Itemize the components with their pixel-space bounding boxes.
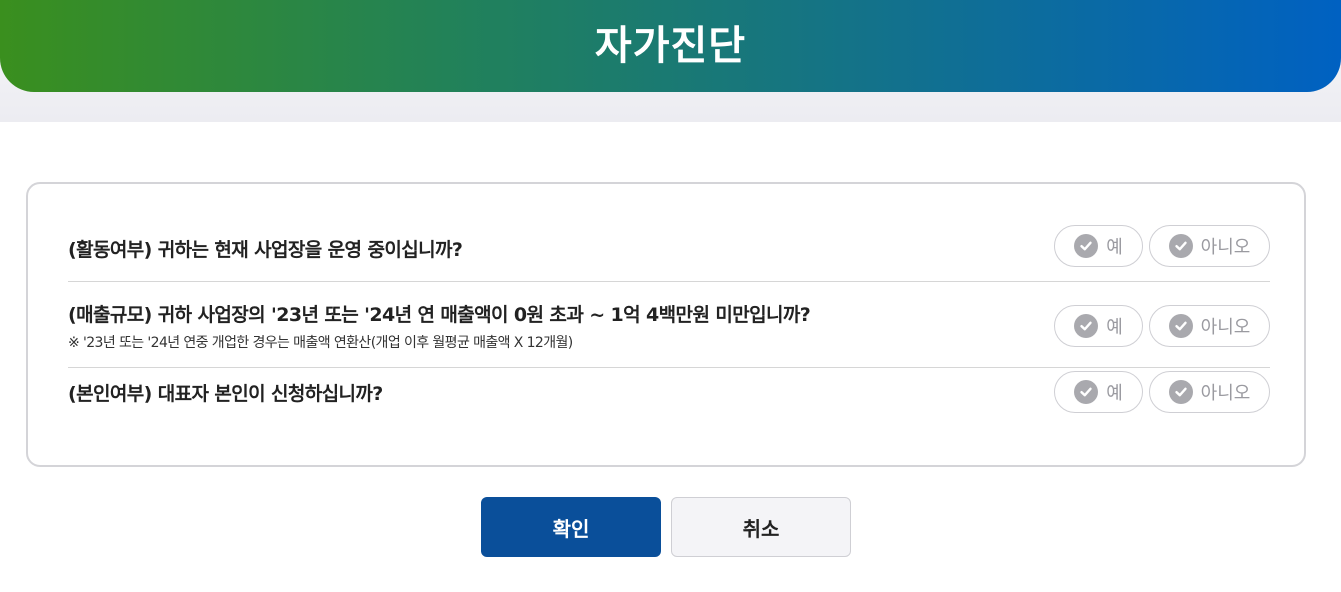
check-circle-icon (1074, 380, 1099, 404)
header: 자가진단 (0, 0, 1341, 92)
no-option-label: 아니오 (1200, 237, 1251, 258)
question-row-activity: (활동여부) 귀하는 현재 사업장을 운영 중이십니까? 예 아니오 (68, 217, 1270, 282)
question-text: (본인여부) 대표자 본인이 신청하십니까? (68, 383, 383, 405)
no-option-button[interactable]: 아니오 (1149, 305, 1270, 347)
answer-options: 예 아니오 (1054, 305, 1270, 347)
check-circle-icon (1168, 314, 1193, 338)
check-circle-icon (1168, 380, 1193, 404)
cancel-button[interactable]: 취소 (671, 497, 851, 557)
check-circle-icon (1074, 314, 1099, 338)
check-circle-icon (1168, 234, 1193, 258)
question-text: (활동여부) 귀하는 현재 사업장을 운영 중이십니까? (68, 239, 463, 261)
no-option-button[interactable]: 아니오 (1149, 225, 1270, 267)
yes-option-label: 예 (1106, 383, 1123, 404)
yes-option-label: 예 (1106, 317, 1123, 338)
question-text: (매출규모) 귀하 사업장의 '23년 또는 '24년 연 매출액이 0원 초과… (68, 304, 811, 326)
check-circle-icon (1074, 234, 1099, 258)
confirm-button[interactable]: 확인 (481, 497, 661, 557)
question-row-revenue: (매출규모) 귀하 사업장의 '23년 또는 '24년 연 매출액이 0원 초과… (68, 283, 1270, 368)
yes-option-label: 예 (1106, 237, 1123, 258)
no-option-button[interactable]: 아니오 (1149, 371, 1270, 413)
question-row-identity: (본인여부) 대표자 본인이 신청하십니까? 예 아니오 (68, 369, 1270, 429)
yes-option-button[interactable]: 예 (1054, 225, 1143, 267)
no-option-label: 아니오 (1200, 317, 1251, 338)
question-note: ※ '23년 또는 '24년 연중 개업한 경우는 매출액 연환산(개업 이후 … (68, 335, 573, 351)
yes-option-button[interactable]: 예 (1054, 371, 1143, 413)
no-option-label: 아니오 (1200, 383, 1251, 404)
page-title: 자가진단 (594, 23, 747, 69)
answer-options: 예 아니오 (1054, 225, 1270, 267)
question-panel: (활동여부) 귀하는 현재 사업장을 운영 중이십니까? 예 아니오 (매출규모… (26, 182, 1306, 467)
answer-options: 예 아니오 (1054, 371, 1270, 413)
header-band: 자가진단 (0, 0, 1341, 122)
yes-option-button[interactable]: 예 (1054, 305, 1143, 347)
